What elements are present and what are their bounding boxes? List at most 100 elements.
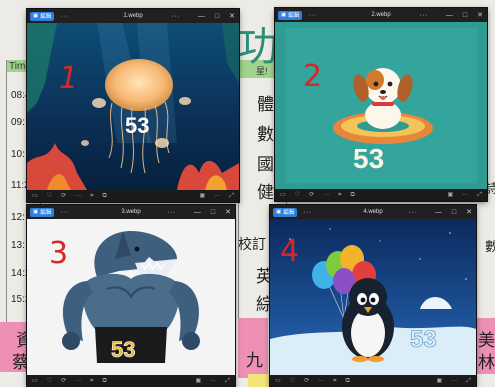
more-options-icon[interactable]: ··· [167, 209, 176, 216]
minimize-icon[interactable]: — [194, 209, 201, 216]
annotation-number-4: 4 [280, 234, 299, 269]
image-number-text: 53 [410, 326, 437, 353]
slideshow-icon[interactable]: ▣ [200, 190, 206, 202]
favorite-icon[interactable]: ♡ [295, 189, 300, 201]
maximize-icon[interactable]: □ [463, 12, 467, 19]
title-bar[interactable]: ▣ 編輯 ··· 4.webp ··· — □ ✕ [270, 205, 476, 219]
time-cell: 13: [11, 240, 25, 251]
more-options-icon[interactable]: ··· [75, 375, 81, 387]
compare-icon[interactable]: ⧉ [350, 189, 354, 201]
more-options-icon[interactable]: ··· [210, 375, 216, 387]
crop-icon[interactable]: ⌗ [90, 375, 93, 387]
info-icon[interactable]: ▭ [32, 375, 38, 387]
image-number-text: 53 [111, 337, 135, 362]
slideshow-icon[interactable]: ▣ [437, 375, 443, 387]
maximize-icon[interactable]: □ [215, 13, 219, 20]
more-options-icon[interactable]: ··· [60, 13, 69, 20]
image-viewer-window-3[interactable]: ▣ 編輯 ··· 3.webp ··· — □ ✕ 53 3 ▭ ♡ ⟳ ···… [27, 205, 235, 387]
edit-badge-label: 編輯 [288, 13, 300, 19]
pink-cell-text: 林 [478, 353, 495, 373]
image-canvas: 53 2 [275, 22, 487, 189]
image-icon: ▣ [33, 13, 39, 19]
info-icon[interactable]: ▭ [280, 189, 286, 201]
time-cell: 10: [11, 149, 25, 160]
expand-icon[interactable]: ⤢ [466, 375, 471, 387]
title-bar[interactable]: ▣ 編輯 ··· 2.webp ··· — □ ✕ [275, 8, 487, 22]
more-options-icon[interactable]: ··· [419, 12, 428, 19]
close-icon[interactable]: ✕ [477, 11, 483, 19]
edit-badge-label: 編輯 [40, 14, 52, 20]
expand-icon[interactable]: ⤢ [225, 375, 230, 387]
crop-icon[interactable]: ⌗ [338, 189, 341, 201]
info-icon[interactable]: ▭ [32, 190, 38, 202]
compare-icon[interactable]: ⧉ [102, 375, 106, 387]
rotate-icon[interactable]: ⟳ [61, 190, 66, 202]
title-bar[interactable]: ▣ 編輯 ··· 1.webp ··· — □ ✕ [27, 9, 239, 23]
compare-icon[interactable]: ⧉ [102, 190, 106, 202]
header-cell-time: Tim [9, 61, 26, 72]
viewer-toolbar: ▭ ♡ ⟳ ··· ⌗ ⧉ ▣ ··· ⤢ [27, 190, 239, 202]
edit-badge-button[interactable]: ▣ 編輯 [273, 207, 298, 217]
slideshow-icon[interactable]: ▣ [196, 375, 202, 387]
image-viewer-window-2[interactable]: ▣ 編輯 ··· 2.webp ··· — □ ✕ 53 2 ▭ ♡ ⟳ ···… [275, 8, 487, 201]
more-options-icon[interactable]: ··· [60, 209, 69, 216]
crop-icon[interactable]: ⌗ [90, 190, 93, 202]
rotate-icon[interactable]: ⟳ [309, 189, 314, 201]
shark-image: 53 3 [27, 219, 235, 375]
more-options-icon[interactable]: ··· [308, 12, 317, 19]
expand-icon[interactable]: ⤢ [477, 189, 482, 201]
slideshow-icon[interactable]: ▣ [448, 189, 454, 201]
viewer-toolbar: ▭ ♡ ⟳ ··· ⌗ ⧉ ▣ ··· ⤢ [275, 189, 487, 201]
crop-icon[interactable]: ⌗ [333, 375, 336, 387]
annotation-number-1: 1 [59, 61, 78, 96]
favorite-icon[interactable]: ♡ [47, 190, 52, 202]
subject-cell: 健 [257, 183, 274, 203]
image-icon: ▣ [276, 209, 282, 215]
close-icon[interactable]: ✕ [225, 208, 231, 216]
minimize-icon[interactable]: — [446, 12, 453, 19]
subject-cell: 數 [257, 125, 274, 145]
viewer-toolbar: ▭ ♡ ⟳ ··· ⌗ ⧉ ▣ ··· ⤢ [27, 375, 235, 387]
more-options-icon[interactable]: ··· [462, 189, 468, 201]
rotate-icon[interactable]: ⟳ [304, 375, 309, 387]
expand-icon[interactable]: ⤢ [229, 190, 234, 202]
maximize-icon[interactable]: □ [211, 209, 215, 216]
info-icon[interactable]: ▭ [275, 375, 281, 387]
edit-badge-button[interactable]: ▣ 編輯 [30, 207, 55, 217]
yellow-cell [248, 374, 270, 387]
favorite-icon[interactable]: ♡ [290, 375, 295, 387]
time-cell: 12: [11, 212, 25, 223]
edit-badge-label: 編輯 [40, 210, 52, 216]
more-options-icon[interactable]: ··· [408, 209, 417, 216]
puppy-image: 53 2 [275, 22, 487, 189]
compare-icon[interactable]: ⧉ [345, 375, 349, 387]
close-icon[interactable]: ✕ [229, 12, 235, 20]
viewer-toolbar: ▭ ♡ ⟳ ··· ⌗ ⧉ ▣ ··· ⤢ [270, 375, 476, 387]
image-viewer-window-4[interactable]: ▣ 編輯 ··· 4.webp ··· — □ ✕ 53 4 ▭ ♡ ⟳ ···… [270, 205, 476, 387]
more-options-icon[interactable]: ··· [323, 189, 329, 201]
more-options-icon[interactable]: ··· [214, 190, 220, 202]
more-options-icon[interactable]: ··· [451, 375, 457, 387]
image-canvas: 53 1 [27, 23, 239, 190]
image-canvas: 53 3 [27, 219, 235, 375]
more-options-icon[interactable]: ··· [303, 209, 312, 216]
image-icon: ▣ [281, 12, 287, 18]
penguin-image: 53 4 [270, 219, 476, 375]
more-options-icon[interactable]: ··· [171, 13, 180, 20]
minimize-icon[interactable]: — [435, 209, 442, 216]
edit-badge-button[interactable]: ▣ 編輯 [278, 10, 303, 20]
favorite-icon[interactable]: ♡ [47, 375, 52, 387]
image-number-text: 53 [125, 113, 149, 138]
minimize-icon[interactable]: — [198, 13, 205, 20]
more-options-icon[interactable]: ··· [318, 375, 324, 387]
title-bar[interactable]: ▣ 編輯 ··· 3.webp ··· — □ ✕ [27, 205, 235, 219]
jellyfish-image: 53 1 [27, 23, 239, 190]
maximize-icon[interactable]: □ [452, 209, 456, 216]
image-icon: ▣ [33, 209, 39, 215]
image-number-text: 53 [353, 143, 384, 174]
image-viewer-window-1[interactable]: ▣ 編輯 ··· 1.webp ··· — □ ✕ 53 1 ▭ ♡ ⟳ ···… [27, 9, 239, 202]
more-options-icon[interactable]: ··· [75, 190, 81, 202]
close-icon[interactable]: ✕ [466, 208, 472, 216]
rotate-icon[interactable]: ⟳ [61, 375, 66, 387]
edit-badge-button[interactable]: ▣ 編輯 [30, 11, 55, 21]
